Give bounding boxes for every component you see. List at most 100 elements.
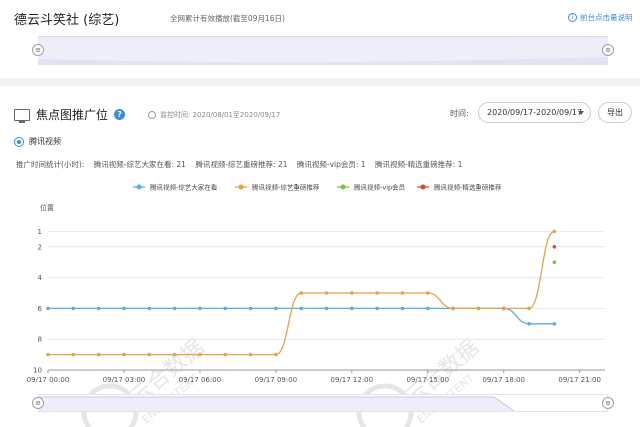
x-tick-label: 09/17 00:00 bbox=[27, 376, 70, 384]
legend-marker bbox=[340, 184, 346, 190]
data-point bbox=[198, 306, 202, 311]
data-point bbox=[476, 306, 481, 311]
data-point bbox=[375, 306, 379, 311]
data-point bbox=[350, 291, 354, 295]
chart-plot bbox=[46, 229, 557, 357]
data-point bbox=[71, 306, 76, 311]
x-tick-label: 09/17 06:00 bbox=[179, 376, 222, 384]
y-tick-label: 2 bbox=[38, 243, 42, 251]
time-range-select[interactable]: 2020/09/17-2020/09/17 bbox=[478, 102, 591, 123]
radio-selected-icon bbox=[14, 136, 24, 147]
clock-icon bbox=[148, 111, 156, 119]
data-point bbox=[172, 352, 177, 357]
data-point bbox=[248, 306, 253, 311]
promotion-hours-stats: 推广时间统计(小时): 腾讯视频-综艺大家在看: 21 腾讯视频-综艺重磅推荐:… bbox=[16, 159, 469, 170]
chart-legend: 腾讯视频-综艺大家在看 腾讯视频-综艺重磅推荐 腾讯视频-vip会员 腾讯视频-精选重… bbox=[133, 183, 502, 192]
data-point bbox=[400, 291, 405, 295]
data-point bbox=[425, 291, 430, 295]
y-tick-label: 6 bbox=[38, 305, 43, 313]
data-point bbox=[46, 352, 50, 357]
x-tick-label: 09/17 03:00 bbox=[103, 376, 146, 384]
data-point bbox=[299, 306, 303, 311]
legend-marker bbox=[136, 184, 142, 190]
data-point bbox=[527, 322, 531, 326]
page-title: 德云斗笑社 (综艺) bbox=[14, 13, 120, 28]
data-point bbox=[350, 306, 354, 311]
data-point bbox=[96, 306, 101, 311]
series-line bbox=[48, 307, 555, 325]
legend-marker bbox=[420, 184, 426, 190]
data-point bbox=[375, 291, 379, 295]
help-icon[interactable]: ? bbox=[114, 109, 126, 120]
data-point bbox=[552, 245, 557, 249]
data-point bbox=[527, 306, 531, 311]
data-point bbox=[299, 291, 303, 295]
stats-item: 腾讯视频-综艺大家在看: 21 bbox=[93, 160, 186, 169]
legend-marker bbox=[238, 184, 244, 190]
x-tick-label: 09/17 21:00 bbox=[558, 376, 601, 384]
y-tick-label: 1 bbox=[38, 228, 42, 236]
time-label: 时间: bbox=[450, 109, 469, 118]
data-point bbox=[223, 306, 228, 311]
x-tick-label: 09/17 15:00 bbox=[406, 376, 449, 384]
monitor-period-text: 监控时间: 2020/08/01至2020/09/17 bbox=[160, 111, 281, 119]
data-point bbox=[248, 352, 253, 357]
data-point bbox=[147, 352, 152, 357]
data-point bbox=[552, 229, 557, 234]
range-start-handle[interactable]: ≡ bbox=[32, 44, 44, 56]
y-axis-label: 位置 bbox=[40, 203, 54, 212]
data-point bbox=[552, 322, 557, 326]
stats-label: 推广时间统计(小时): bbox=[16, 160, 85, 169]
x-tick-label: 09/17 12:00 bbox=[331, 376, 374, 384]
legend-label: 腾讯视频-综艺大家在看 bbox=[150, 183, 218, 192]
range-end-handle[interactable]: ≡ bbox=[602, 44, 614, 56]
monitor-icon bbox=[14, 108, 30, 123]
data-point bbox=[324, 306, 329, 311]
data-point bbox=[172, 306, 177, 311]
data-point bbox=[400, 306, 405, 311]
data-point bbox=[274, 352, 278, 357]
legend-label: 腾讯视频-精选重磅推荐 bbox=[434, 183, 502, 192]
bottom-range-selection bbox=[39, 396, 515, 412]
y-tick-label: 10 bbox=[33, 367, 42, 375]
x-tick-label: 09/17 09:00 bbox=[255, 376, 298, 384]
time-range-value: 2020/09/17-2020/09/17 bbox=[487, 108, 583, 117]
stats-item: 腾讯视频-综艺重磅推荐: 21 bbox=[195, 160, 288, 169]
range-overview-track[interactable] bbox=[38, 36, 608, 65]
data-point bbox=[324, 291, 329, 295]
info-icon: i bbox=[568, 13, 577, 22]
bottom-range-track[interactable] bbox=[38, 394, 608, 412]
y-tick-label: 8 bbox=[38, 336, 42, 344]
monitor-period: 监控时间: 2020/08/01至2020/09/17 bbox=[148, 110, 280, 120]
legend-label: 腾讯视频-综艺重磅推荐 bbox=[252, 183, 320, 192]
data-point bbox=[451, 306, 455, 311]
position-line-chart: 云合数据 ENLIGHTENT 云合数据 ENLIGHTENT 腾讯视频-综艺大… bbox=[27, 183, 605, 427]
data-point bbox=[122, 352, 126, 357]
data-point bbox=[147, 306, 152, 311]
platform-label: 腾讯视频 bbox=[29, 137, 61, 146]
play-count-subtitle: 全网累计有效播放(截至09月16日) bbox=[170, 14, 285, 23]
section-header: 焦点图推广位 ? bbox=[14, 106, 126, 123]
data-point bbox=[425, 306, 430, 311]
data-point bbox=[46, 306, 50, 311]
stats-item: 腾讯视频-vip会员: 1 bbox=[296, 160, 366, 169]
y-tick-label: 4 bbox=[38, 274, 43, 282]
stats-item: 腾讯视频-精选重磅推荐: 1 bbox=[374, 160, 463, 169]
summary-card: 德云斗笑社 (综艺) 全网累计有效播放(截至09月16日) i 前台点击量说明 … bbox=[0, 0, 640, 78]
focus-promotion-card: 焦点图推广位 ? 监控时间: 2020/08/01至2020/09/17 时间:… bbox=[0, 86, 640, 427]
data-point bbox=[122, 306, 126, 311]
legend-label: 腾讯视频-vip会员 bbox=[354, 183, 406, 192]
overview-sparkline bbox=[38, 57, 608, 65]
chevron-down-icon bbox=[578, 111, 584, 115]
bottom-range-end-handle[interactable]: ≡ bbox=[602, 397, 614, 409]
click-count-explanation-link[interactable]: i 前台点击量说明 bbox=[568, 12, 633, 23]
bottom-range-start-handle[interactable]: ≡ bbox=[32, 397, 44, 409]
export-button[interactable]: 导出 bbox=[598, 102, 632, 123]
data-point bbox=[274, 306, 278, 311]
data-point bbox=[552, 260, 557, 264]
data-point bbox=[71, 352, 76, 357]
section-title: 焦点图推广位 bbox=[36, 108, 109, 122]
platform-radio-tencent[interactable]: 腾讯视频 bbox=[14, 136, 61, 147]
click-count-explanation-label: 前台点击量说明 bbox=[580, 13, 633, 22]
data-point bbox=[96, 352, 101, 357]
